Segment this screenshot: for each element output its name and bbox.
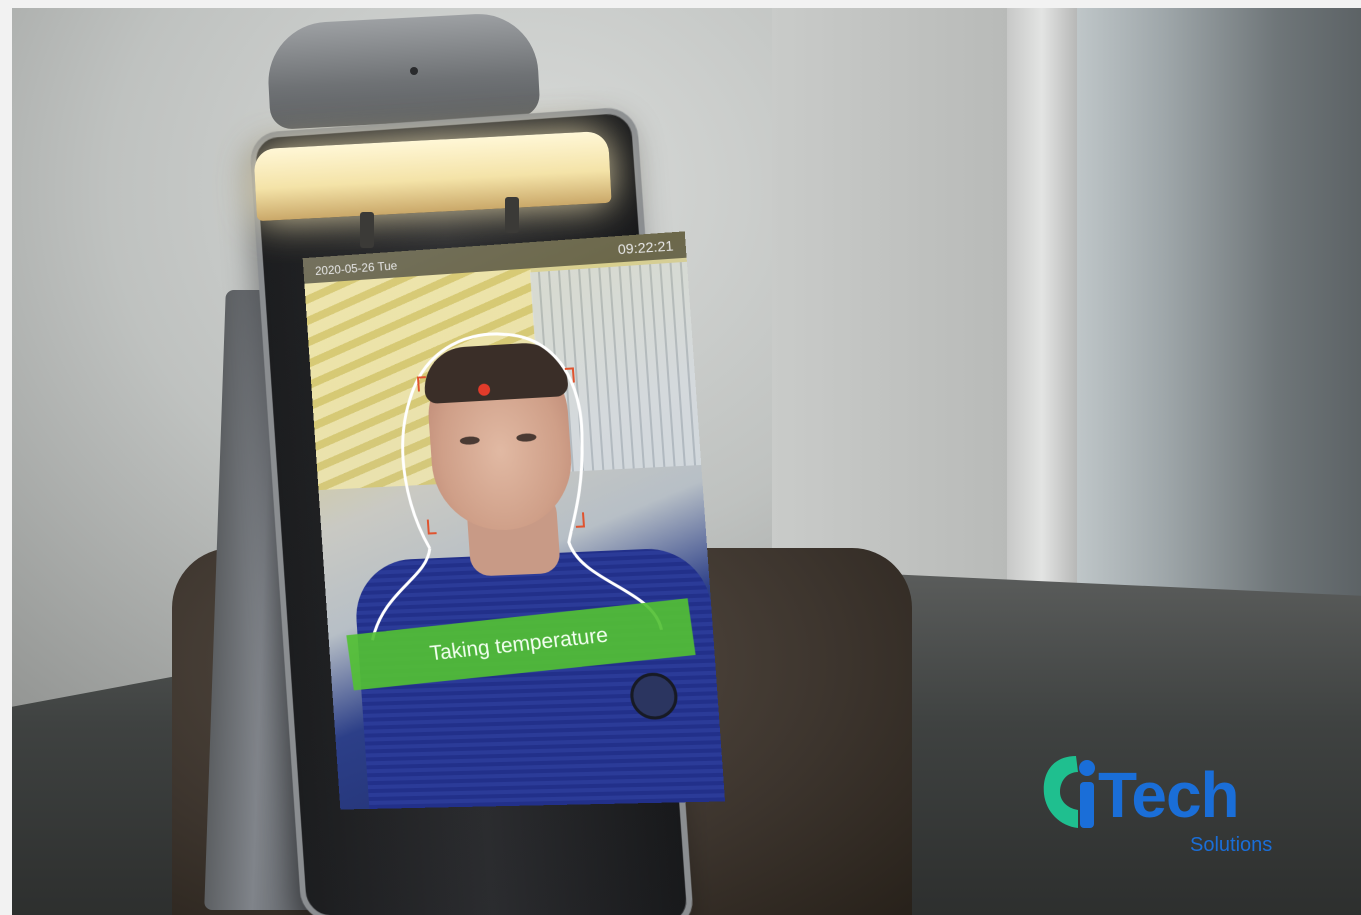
logo-subtitle: Solutions bbox=[1190, 834, 1273, 856]
face-guide-outline bbox=[303, 231, 725, 809]
face-detect-box bbox=[418, 368, 584, 533]
ir-sensor-right bbox=[505, 197, 519, 233]
camera-module bbox=[265, 11, 541, 130]
head-outline bbox=[395, 325, 662, 639]
logo-wordmark: Tech bbox=[1098, 759, 1240, 831]
photo-frame: 2020-05-26 Tue 09:22:21 Taking temperatu… bbox=[0, 0, 1361, 915]
ir-sensor-left bbox=[360, 212, 374, 248]
camera-lens-icon bbox=[410, 67, 418, 75]
door-frame bbox=[1007, 8, 1077, 628]
glass-door bbox=[1052, 8, 1361, 608]
kiosk-screen: 2020-05-26 Tue 09:22:21 Taking temperatu… bbox=[302, 231, 726, 810]
brand-logo: Tech Solutions bbox=[1040, 752, 1310, 867]
